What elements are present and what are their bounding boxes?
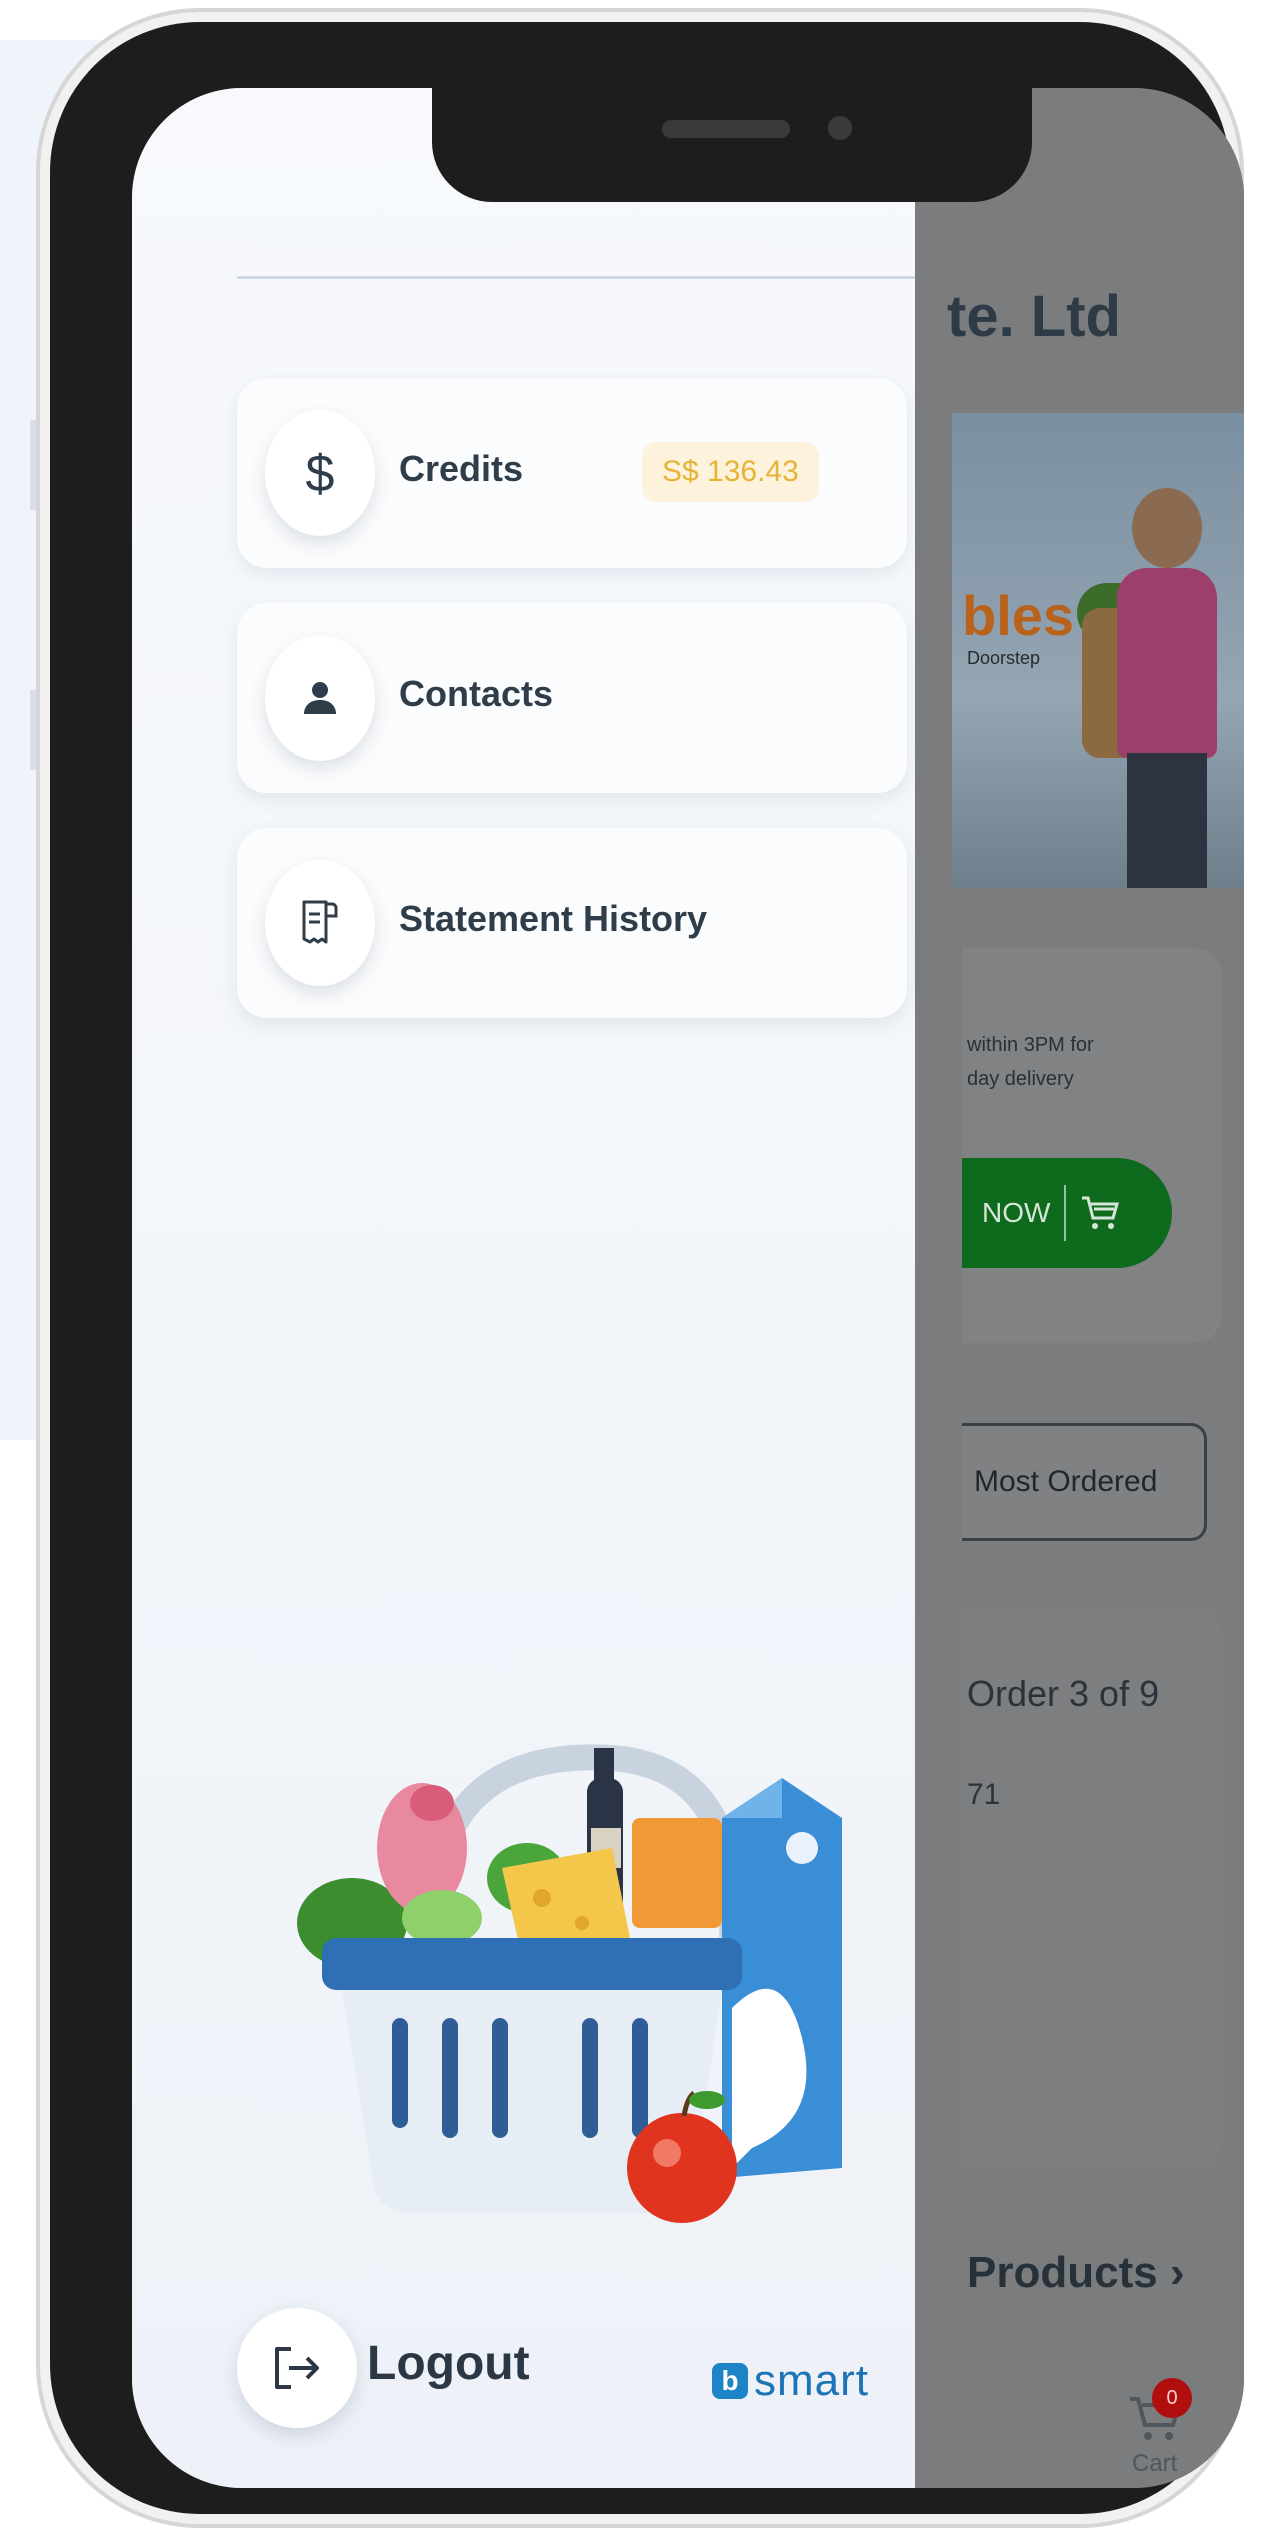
menu-item-label: Credits — [399, 448, 524, 489]
background-divider — [30, 690, 38, 770]
banner-model-image — [1127, 753, 1207, 888]
products-link[interactable]: Products › — [967, 2248, 1185, 2298]
button-separator — [1064, 1185, 1067, 1241]
contact-person-icon — [265, 635, 375, 761]
speaker — [662, 120, 790, 138]
brand-mark-icon: b — [712, 2363, 748, 2399]
menu-item-credits[interactable]: $ Credits S$ 136.43 — [237, 378, 907, 568]
order-card — [962, 948, 1222, 1343]
banner-headline: bles — [962, 584, 1075, 647]
receipt-icon — [265, 860, 375, 986]
logout-icon — [275, 2347, 319, 2389]
brand-name: smart — [754, 2356, 869, 2405]
banner-tagline: Doorstep — [967, 648, 1041, 668]
phone-screen: te. Ltd bles Doorstep within 3PM for day… — [132, 88, 1244, 2488]
company-title: te. Ltd — [947, 284, 1121, 349]
banner-model-image — [1132, 488, 1202, 568]
dollar-icon: $ — [265, 410, 375, 536]
cart-icon — [1082, 1196, 1120, 1229]
logout-label[interactable]: Logout — [367, 2336, 530, 2391]
menu-item-statement-history[interactable]: Statement History — [237, 828, 907, 1018]
credits-balance-badge: S$ 136.43 — [642, 442, 819, 502]
most-ordered-label: Most Ordered — [974, 1465, 1158, 1498]
background-divider — [30, 420, 38, 510]
products-link-label: Products — [967, 2248, 1158, 2297]
grocery-basket-illustration — [297, 1744, 842, 2223]
svg-text:$: $ — [306, 445, 335, 501]
order-count: Order 3 of 9 — [967, 1673, 1160, 1714]
banner-model-image — [1117, 568, 1217, 758]
order-cutoff-note: within 3PM for day delivery — [967, 1034, 1094, 1090]
phone-notch — [432, 86, 1032, 202]
menu-item-label: Contacts — [399, 673, 554, 714]
logout-button[interactable] — [237, 2308, 357, 2428]
chevron-right-icon: › — [1169, 2248, 1185, 2297]
navigation-drawer: $ Credits S$ 136.43 Contacts Statement H… — [132, 88, 915, 2488]
menu-item-label: Statement History — [399, 898, 708, 939]
drawer-divider — [237, 276, 915, 279]
most-ordered-tab[interactable]: Most Ordered — [962, 1423, 1207, 1541]
cart-nav-label: Cart — [1132, 2450, 1178, 2477]
camera — [828, 116, 852, 140]
order-now-button[interactable]: NOW — [962, 1158, 1172, 1268]
menu-item-contacts[interactable]: Contacts — [237, 603, 907, 793]
cart-count-badge: 0 — [1152, 2378, 1192, 2418]
phone-frame: te. Ltd bles Doorstep within 3PM for day… — [50, 22, 1244, 2514]
order-number: 71 — [967, 1778, 1001, 1811]
brand-logo: b smart — [712, 2356, 869, 2406]
order-now-label: NOW — [982, 1197, 1051, 1228]
